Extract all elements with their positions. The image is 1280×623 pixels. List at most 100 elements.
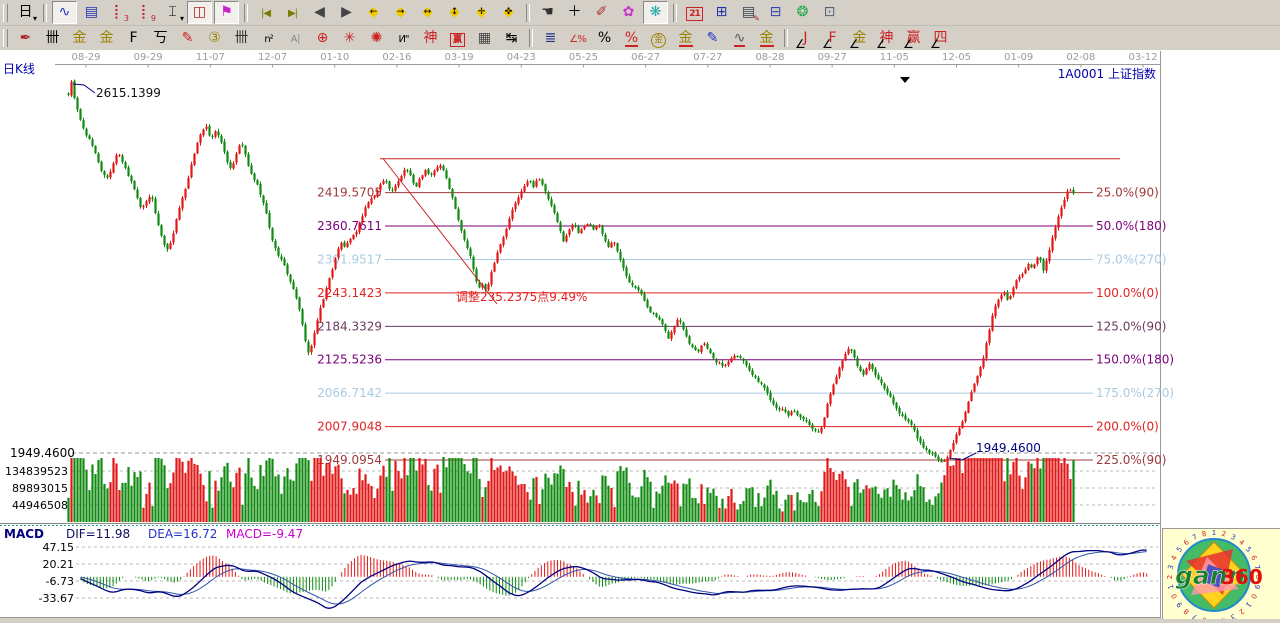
kline-board-icon[interactable]: ◫ bbox=[187, 1, 212, 24]
candle-body bbox=[82, 120, 84, 128]
ying-angle-icon[interactable]: 赢∠ bbox=[901, 27, 926, 50]
candle-body bbox=[883, 384, 885, 389]
volume-bar bbox=[742, 501, 744, 522]
candle-body bbox=[655, 313, 657, 317]
diamond-lr-icon[interactable]: ◆↔ bbox=[415, 1, 440, 24]
knife-tool-icon[interactable]: ✒ bbox=[13, 27, 38, 50]
period-label: 日K线 bbox=[3, 60, 35, 77]
volume-bar bbox=[100, 458, 102, 522]
candle-body bbox=[772, 400, 774, 404]
n-square-icon[interactable]: n² bbox=[256, 27, 281, 50]
candle-body bbox=[94, 146, 96, 153]
bars-3-icon[interactable]: ⡇3 bbox=[106, 1, 131, 24]
candle-body bbox=[718, 363, 720, 364]
x-axis-label: 09-29 bbox=[134, 52, 163, 63]
gold-ratio2-icon[interactable]: 金 bbox=[94, 27, 119, 50]
calculator-icon[interactable]: ⊞ bbox=[709, 1, 734, 24]
notes-icon[interactable]: ▤✎ bbox=[736, 1, 761, 24]
candle-body bbox=[466, 241, 468, 249]
hand-tool-icon[interactable]: ☚ bbox=[535, 1, 560, 24]
diamond-ud-icon[interactable]: ◆↕ bbox=[442, 1, 467, 24]
percent-line-icon[interactable]: % bbox=[619, 27, 644, 50]
wave-channel-icon[interactable]: ∿ bbox=[727, 27, 752, 50]
volume-bar bbox=[814, 502, 816, 522]
candle-body bbox=[109, 172, 111, 178]
save-icon[interactable]: ⊟ bbox=[763, 1, 788, 24]
candle-body bbox=[187, 178, 189, 188]
candle-body bbox=[967, 402, 969, 413]
blue-pen-icon[interactable]: ✎ bbox=[700, 27, 725, 50]
candle-body bbox=[643, 294, 645, 301]
bars-9-icon[interactable]: ⡇9 bbox=[133, 1, 158, 24]
span-arrows-icon[interactable]: ↹ bbox=[499, 27, 524, 50]
prev-icon[interactable]: ◀ bbox=[307, 1, 332, 24]
volume-bar bbox=[907, 500, 909, 522]
gold-circle-icon[interactable]: 金 bbox=[646, 27, 671, 50]
angle-ruler-icon[interactable]: A∣ bbox=[283, 27, 308, 50]
si-angle-icon[interactable]: 四∠ bbox=[928, 27, 953, 50]
colored-chart-icon[interactable]: ⚑ bbox=[214, 1, 239, 24]
volume-scale-label: 44946508 bbox=[12, 499, 68, 512]
candle-style-icon[interactable]: ⌶▾ bbox=[160, 1, 185, 24]
period-selector[interactable]: 日▾ bbox=[13, 1, 38, 24]
volume-bar bbox=[652, 508, 654, 522]
candle-body bbox=[940, 459, 942, 462]
calendar-icon[interactable]: 21 bbox=[682, 1, 707, 24]
candle-body bbox=[868, 364, 870, 369]
candle-body bbox=[976, 376, 978, 383]
candle-body bbox=[403, 170, 405, 176]
next-icon[interactable]: ▶ bbox=[334, 1, 359, 24]
candle-body bbox=[523, 186, 525, 192]
flower-tool-icon[interactable]: ✿ bbox=[616, 1, 641, 24]
f-angle-icon[interactable]: F∠ bbox=[820, 27, 845, 50]
diamond-cross-icon[interactable]: ◆✛ bbox=[469, 1, 494, 24]
candle-body bbox=[274, 241, 276, 248]
volume-bar bbox=[136, 477, 138, 522]
printer-icon[interactable]: ⊡ bbox=[817, 1, 842, 24]
quote-board-icon[interactable]: ▤ bbox=[79, 1, 104, 24]
volume-bar bbox=[94, 474, 96, 522]
candle-body bbox=[625, 268, 627, 277]
diamond-expand-icon[interactable]: ◆✜ bbox=[496, 1, 521, 24]
ying-box-icon[interactable]: 赢 bbox=[445, 27, 470, 50]
volume-bar bbox=[121, 483, 123, 522]
ladder-icon[interactable]: ≣ bbox=[538, 27, 563, 50]
last-page-icon[interactable]: ▶| bbox=[280, 1, 305, 24]
gold-angle-icon[interactable]: 金∠ bbox=[847, 27, 872, 50]
gann-grid-icon[interactable]: 卌 bbox=[40, 27, 65, 50]
diamond-right-icon[interactable]: ◆→ bbox=[388, 1, 413, 24]
j-angle-icon[interactable]: J∠ bbox=[793, 27, 818, 50]
grid-123-icon[interactable]: ▦ bbox=[472, 27, 497, 50]
percent-slash-icon[interactable]: ∠% bbox=[565, 27, 590, 50]
percent-icon[interactable]: % bbox=[592, 27, 617, 50]
cycle-circle-icon[interactable]: ③ bbox=[202, 27, 227, 50]
volume-bar bbox=[262, 476, 264, 522]
marker-pen-icon[interactable]: ✎ bbox=[175, 27, 200, 50]
diamond-left-icon[interactable]: ◆← bbox=[361, 1, 386, 24]
gold-channel-icon[interactable]: 金 bbox=[754, 27, 779, 50]
first-page-icon[interactable]: |◀ bbox=[253, 1, 278, 24]
crosshair-tool-icon[interactable]: ＋ bbox=[562, 1, 587, 24]
candle-body bbox=[631, 283, 633, 286]
toolbar-separator bbox=[526, 4, 530, 22]
gold-ratio-icon[interactable]: 金 bbox=[67, 27, 92, 50]
shen-grid-icon[interactable]: 神 bbox=[418, 27, 443, 50]
eraser-tool-icon[interactable]: ✐ bbox=[589, 1, 614, 24]
star-grid-icon[interactable]: ✳ bbox=[337, 27, 362, 50]
candle-body bbox=[814, 429, 816, 431]
volume-bar bbox=[646, 477, 648, 522]
wave-mark-icon[interactable]: И" bbox=[391, 27, 416, 50]
web-settings-icon[interactable]: ❂ bbox=[790, 1, 815, 24]
brain-tool-icon[interactable]: ❋ bbox=[643, 1, 668, 24]
hook-grid-icon[interactable]: 丂 bbox=[148, 27, 173, 50]
volume-bar bbox=[565, 487, 567, 522]
gold-lines-icon[interactable]: 金 bbox=[673, 27, 698, 50]
volume-bar bbox=[625, 467, 627, 522]
target-circle-icon[interactable]: ⊕ bbox=[310, 27, 335, 50]
candle-body bbox=[424, 170, 426, 175]
zigzag-chart-icon[interactable]: ∿ bbox=[52, 1, 77, 24]
web-grid-icon[interactable]: ✺ bbox=[364, 27, 389, 50]
comb-icon[interactable]: 卌 bbox=[229, 27, 254, 50]
fib-grid-icon[interactable]: F bbox=[121, 27, 146, 50]
shen-angle-icon[interactable]: 神∠ bbox=[874, 27, 899, 50]
